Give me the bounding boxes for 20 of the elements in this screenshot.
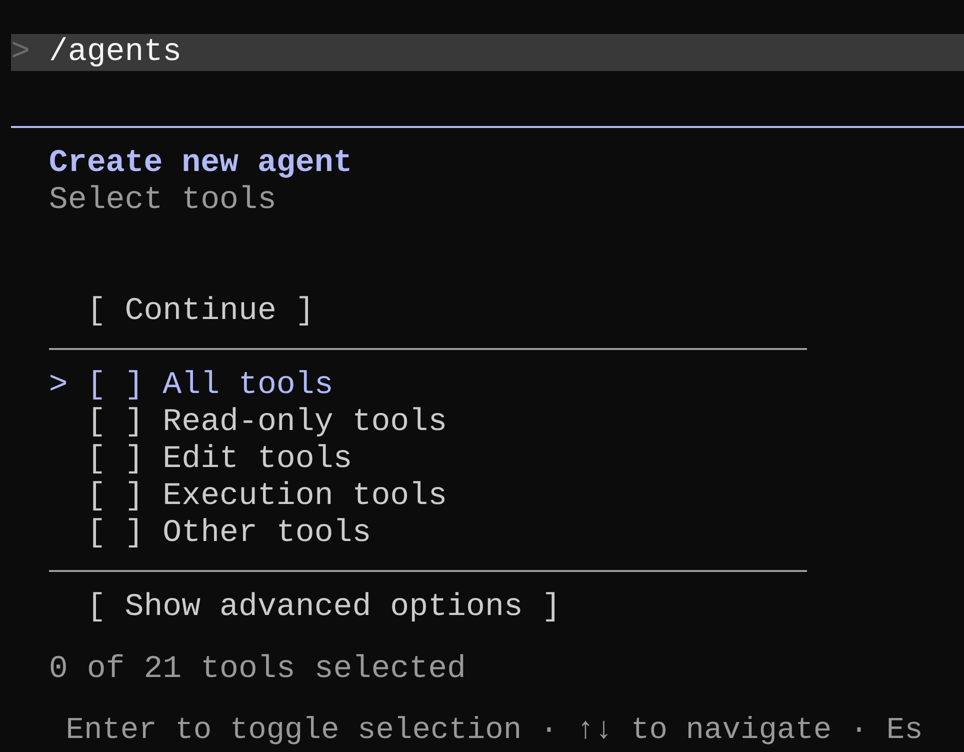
checkbox[interactable]: [ ] bbox=[86, 367, 144, 404]
dialog-subtitle: Select tools bbox=[48, 182, 276, 219]
continue-button[interactable]: [ Continue ] bbox=[86, 293, 314, 330]
advanced-options-button[interactable]: [ Show advanced options ] bbox=[86, 589, 561, 626]
selection-count: 0 of 21 tools selected bbox=[48, 651, 466, 688]
checkbox[interactable]: [ ] bbox=[86, 515, 144, 552]
tool-option[interactable]: Read-only tools bbox=[162, 404, 448, 441]
tool-option[interactable]: Edit tools bbox=[162, 441, 352, 478]
command-text: /agents bbox=[48, 34, 182, 71]
checkbox[interactable]: [ ] bbox=[86, 404, 144, 441]
help-text: Enter to toggle selection · ↑↓ to navigate · Es bbox=[66, 713, 923, 750]
dialog-title: Create new agent bbox=[48, 145, 352, 182]
tool-option[interactable]: Execution tools bbox=[162, 478, 448, 515]
prompt-symbol: > bbox=[11, 34, 31, 71]
checkbox[interactable]: [ ] bbox=[86, 441, 144, 478]
command-input[interactable]: > /agents bbox=[11, 34, 964, 71]
tool-option[interactable]: Other tools bbox=[162, 515, 372, 552]
selection-pointer: > bbox=[48, 367, 68, 404]
checkbox[interactable]: [ ] bbox=[86, 478, 144, 515]
tool-option[interactable]: All tools bbox=[162, 367, 334, 404]
